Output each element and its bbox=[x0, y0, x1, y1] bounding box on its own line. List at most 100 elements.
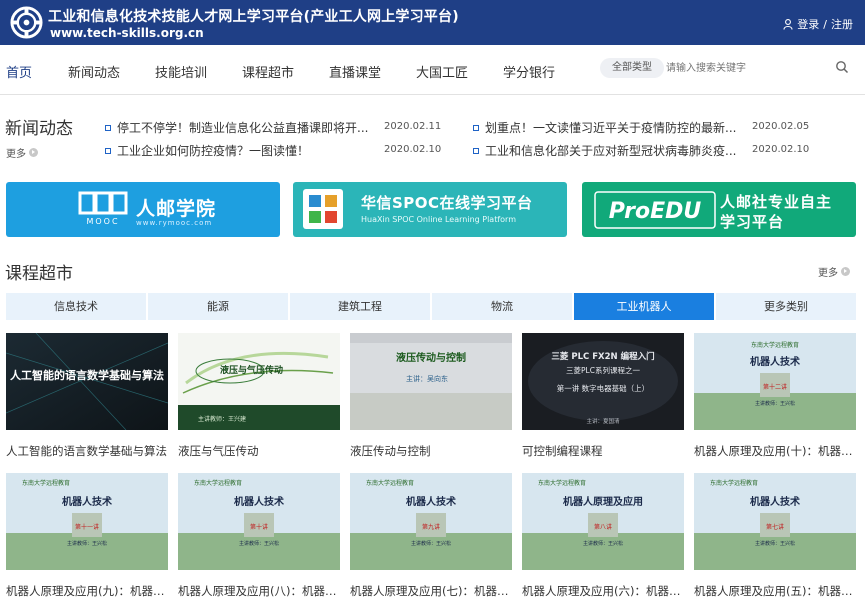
course-thumbnail[interactable]: 三菱 PLC FX2N 编程入门 三菱PLC系列课程之一 第一讲 数字电器基础（… bbox=[522, 333, 684, 430]
course-thumbnail[interactable]: 液压与气压传动 主讲教师：王兴建 bbox=[178, 333, 340, 430]
main-nav: 首页 新闻动态 技能培训 课程超市 直播课堂 大国工匠 学分银行 全部类型 bbox=[0, 45, 865, 95]
thumb-lecturer: 主讲教师：王兴松 bbox=[239, 540, 279, 547]
nav-item-craftsmen[interactable]: 大国工匠 bbox=[416, 62, 468, 81]
user-icon bbox=[783, 18, 793, 30]
thumb-line2: 三菱PLC系列课程之一 bbox=[566, 365, 640, 375]
course-card-title[interactable]: 机器人原理及应用(八)：机器人技术 bbox=[178, 583, 343, 599]
search-input[interactable] bbox=[666, 58, 826, 78]
thumb-lesson: 第八讲 bbox=[594, 523, 612, 531]
bullet-icon bbox=[473, 125, 479, 131]
news-item-text[interactable]: 停工不停学！制造业信息化公益直播课即将开... bbox=[117, 121, 368, 135]
nav-item-news[interactable]: 新闻动态 bbox=[68, 62, 120, 81]
course-more-label[interactable]: 更多 bbox=[818, 264, 838, 279]
banner-proedu-line2: 学习平台 bbox=[720, 213, 785, 231]
course-card-title[interactable]: 机器人原理及应用(五)：机器人技术 bbox=[694, 583, 859, 599]
thumb-text: 机器人技术 bbox=[62, 495, 112, 508]
arrow-right-icon[interactable] bbox=[841, 267, 850, 276]
nav-item-credit-bank[interactable]: 学分银行 bbox=[503, 62, 555, 81]
course-more-link[interactable]: 更多 bbox=[818, 264, 850, 279]
nav-item-courses[interactable]: 课程超市 bbox=[242, 62, 294, 81]
thumb-lecturer: 主讲教师：王兴松 bbox=[583, 540, 623, 547]
news-more-link[interactable]: 更多 bbox=[6, 145, 38, 160]
thumb-lecturer: 主讲：夏国清 bbox=[586, 417, 620, 425]
top-header: 工业和信息化技术技能人才网上学习平台(产业工人网上学习平台) www.tech-… bbox=[0, 0, 865, 45]
course-thumbnail[interactable]: 东南大学远程教育 机器人技术 第九讲 主讲教师：王兴松 bbox=[350, 473, 512, 570]
banner-rymooc-title: 人邮学院 bbox=[136, 198, 217, 220]
proedu-logo-text: ProEDU bbox=[609, 199, 702, 224]
news-date: 2020.02.11 bbox=[384, 121, 442, 132]
course-thumbnail[interactable]: 人工智能的语言数学基础与算法 bbox=[6, 333, 168, 430]
course-thumbnail[interactable]: 东南大学远程教育 机器人技术 第十讲 主讲教师：王兴松 bbox=[178, 473, 340, 570]
tab-logistics[interactable]: 物流 bbox=[432, 293, 572, 320]
bullet-icon bbox=[105, 125, 111, 131]
thumb-text: 机器人技术 bbox=[750, 495, 800, 508]
course-card-title[interactable]: 液压与气压传动 bbox=[178, 443, 343, 459]
mooc-logo-icon: MOOC bbox=[78, 191, 128, 226]
banner-proedu[interactable]: ProEDU 人邮社专业自主 学习平台 bbox=[582, 182, 856, 237]
site-title[interactable]: 工业和信息化技术技能人才网上学习平台(产业工人网上学习平台) bbox=[48, 6, 459, 26]
thumb-lecturer: 主讲教师：王兴松 bbox=[67, 540, 107, 547]
thumb-lecturer: 主讲教师：王兴松 bbox=[755, 400, 795, 407]
course-thumbnail[interactable]: 东南大学远程教育 机器人技术 第七讲 主讲教师：王兴松 bbox=[694, 473, 856, 570]
tab-more-categories[interactable]: 更多类别 bbox=[716, 293, 856, 320]
course-thumbnail[interactable]: 液压传动与控制 主讲：吴向东 bbox=[350, 333, 512, 430]
tab-industrial-robot[interactable]: 工业机器人 bbox=[574, 293, 714, 320]
banner-rymooc[interactable]: MOOC 人邮学院 www.rymooc.com bbox=[6, 182, 280, 237]
thumb-uni: 东南大学远程教育 bbox=[22, 479, 70, 487]
thumb-uni: 东南大学远程教育 bbox=[751, 341, 799, 349]
auth-separator: / bbox=[823, 17, 827, 31]
register-link[interactable]: 注册 bbox=[831, 16, 853, 32]
tab-energy[interactable]: 能源 bbox=[148, 293, 288, 320]
thumb-uni: 东南大学远程教育 bbox=[710, 479, 758, 487]
course-card-title[interactable]: 机器人原理及应用(七)：机器人技术 bbox=[350, 583, 515, 599]
search-bar: 全部类型 bbox=[600, 58, 855, 82]
banner-huaxin-spoc[interactable]: 华信SPOC在线学习平台 HuaXin SPOC Online Learning… bbox=[293, 182, 567, 237]
news-section-title: 新闻动态 bbox=[5, 119, 73, 139]
site-logo-icon[interactable] bbox=[10, 6, 43, 39]
banner-huaxin-title: 华信SPOC在线学习平台 bbox=[361, 194, 533, 212]
course-card-title[interactable]: 可控制编程课程 bbox=[522, 443, 687, 459]
news-item[interactable]: 划重点！一文读懂习近平关于疫情防控的最新... bbox=[473, 119, 736, 136]
thumb-text: 机器人技术 bbox=[234, 495, 284, 508]
news-item[interactable]: 停工不停学！制造业信息化公益直播课即将开... bbox=[105, 119, 368, 136]
course-card-title[interactable]: 机器人原理及应用(十)：机器人技术 bbox=[694, 443, 859, 459]
arrow-right-icon[interactable] bbox=[29, 148, 38, 157]
login-link[interactable]: 登录 bbox=[797, 16, 819, 32]
course-thumbnail[interactable]: 东南大学远程教育 机器人技术 第十一讲 主讲教师：王兴松 bbox=[6, 473, 168, 570]
thumb-lecturer: 主讲：吴向东 bbox=[406, 374, 448, 383]
course-card-title[interactable]: 人工智能的语言数学基础与算法 bbox=[6, 443, 171, 459]
news-date: 2020.02.10 bbox=[384, 144, 442, 155]
course-thumbnail[interactable]: 东南大学远程教育 机器人原理及应用 第八讲 主讲教师：王兴松 bbox=[522, 473, 684, 570]
bullet-icon bbox=[473, 148, 479, 154]
thumb-text: 液压与气压传动 bbox=[220, 364, 283, 376]
search-icon[interactable] bbox=[835, 60, 849, 74]
news-item-text[interactable]: 工业和信息化部关于应对新型冠状病毒肺炎疫... bbox=[485, 144, 736, 158]
thumb-line3: 第一讲 数字电器基础（上） bbox=[557, 383, 649, 393]
nav-item-home[interactable]: 首页 bbox=[6, 62, 32, 81]
nav-item-live[interactable]: 直播课堂 bbox=[329, 62, 381, 81]
course-card-title[interactable]: 机器人原理及应用(九)：机器人技术 bbox=[6, 583, 171, 599]
nav-item-training[interactable]: 技能培训 bbox=[155, 62, 207, 81]
spoc-logo-icon bbox=[303, 189, 343, 229]
thumb-lesson: 第七讲 bbox=[766, 523, 784, 531]
search-type-select[interactable]: 全部类型 bbox=[600, 58, 664, 78]
thumb-text: 机器人技术 bbox=[406, 495, 456, 508]
news-item-text[interactable]: 工业企业如何防控疫情？一图读懂！ bbox=[117, 144, 309, 158]
tab-it[interactable]: 信息技术 bbox=[6, 293, 146, 320]
proedu-logo-icon: ProEDU bbox=[594, 191, 716, 229]
tab-construction[interactable]: 建筑工程 bbox=[290, 293, 430, 320]
news-item-text[interactable]: 划重点！一文读懂习近平关于疫情防控的最新... bbox=[485, 121, 736, 135]
thumb-uni: 东南大学远程教育 bbox=[366, 479, 414, 487]
course-thumbnail[interactable]: 东南大学远程教育 机器人技术 第十二讲 主讲教师：王兴松 bbox=[694, 333, 856, 430]
course-card-title[interactable]: 机器人原理及应用(六)：机器人技术 bbox=[522, 583, 687, 599]
thumb-uni: 东南大学远程教育 bbox=[194, 479, 242, 487]
thumb-text: 机器人技术 bbox=[750, 355, 800, 368]
site-url: www.tech-skills.org.cn bbox=[50, 26, 204, 40]
news-item[interactable]: 工业企业如何防控疫情？一图读懂！ bbox=[105, 142, 309, 159]
news-date: 2020.02.10 bbox=[752, 144, 810, 155]
course-section-title: 课程超市 bbox=[5, 264, 73, 284]
news-item[interactable]: 工业和信息化部关于应对新型冠状病毒肺炎疫... bbox=[473, 142, 736, 159]
news-more-label[interactable]: 更多 bbox=[6, 145, 26, 160]
course-card-title[interactable]: 液压传动与控制 bbox=[350, 443, 515, 459]
thumb-text: 机器人原理及应用 bbox=[563, 495, 643, 508]
